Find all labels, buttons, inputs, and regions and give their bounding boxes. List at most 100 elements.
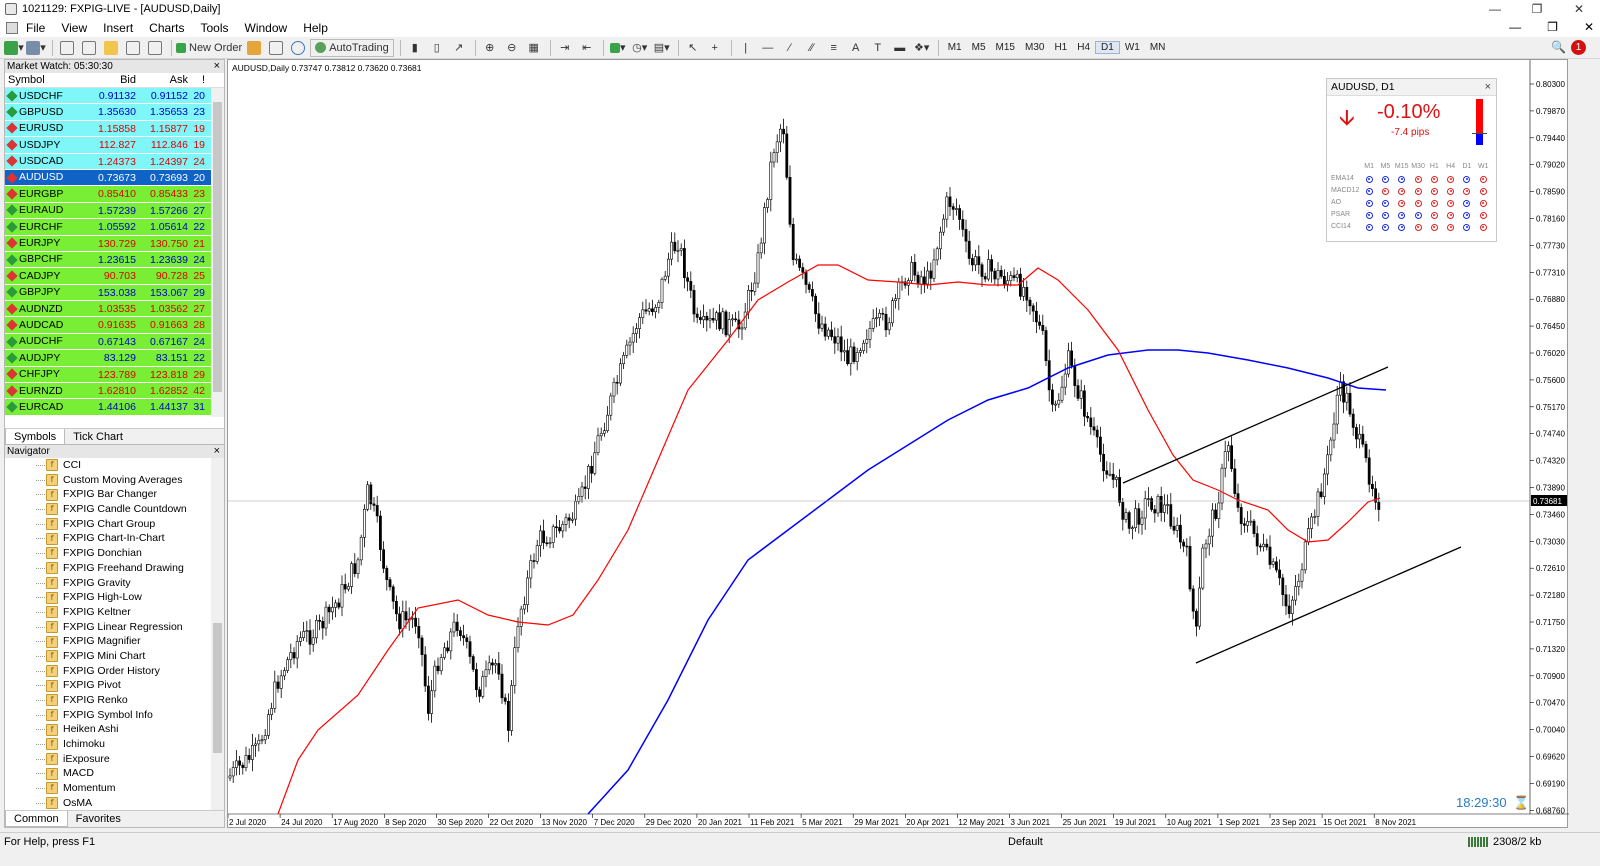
indicators-button[interactable]: ▾ [608,39,628,57]
terminal-toggle[interactable] [123,39,143,57]
close-button[interactable]: ✕ [1558,0,1600,18]
navigator-item[interactable]: f FXPIG Renko [5,693,224,708]
tf-d1[interactable]: D1 [1095,41,1120,54]
table-row[interactable]: CADJPY 90.703 90.728 25 [5,268,224,285]
menu-tools[interactable]: Tools [193,21,237,35]
channel-tool[interactable]: ∕∕ [802,39,822,57]
horizontal-line-tool[interactable]: — [758,39,778,57]
navigator-item[interactable]: f FXPIG Bar Changer [5,487,224,502]
navigator-toggle[interactable] [101,39,121,57]
table-row[interactable]: AUDUSD 0.73673 0.73693 20 [5,169,224,187]
menu-window[interactable]: Window [237,21,296,35]
table-row[interactable]: EURJPY 130.729 130.750 21 [5,235,224,252]
autoscroll-button[interactable]: ⇥ [555,39,575,57]
tile-windows-button[interactable]: ▦ [524,39,544,57]
zoom-in-button[interactable]: ⊕ [480,39,500,57]
col-bid[interactable]: Bid [91,73,136,87]
restore-button[interactable]: ❐ [1516,0,1558,18]
col-spread[interactable]: ! [188,73,207,87]
menu-view[interactable]: View [53,21,95,35]
table-row[interactable]: USDCAD 1.24373 1.24397 24 [5,153,224,170]
tf-m15[interactable]: M15 [991,42,1020,53]
tab-favorites[interactable]: Favorites [68,811,129,827]
navigator-item[interactable]: f Ichimoku [5,737,224,752]
navigator-item[interactable]: f FXPIG Linear Regression [5,620,224,635]
status-profile[interactable]: Default [1008,833,1043,851]
label-tool[interactable]: T [868,39,888,57]
navigator-item[interactable]: f FXPIG Mini Chart [5,649,224,664]
child-restore-button[interactable]: ❐ [1547,18,1558,37]
table-row[interactable]: GBPUSD 1.35630 1.35653 23 [5,104,224,121]
tab-symbols[interactable]: Symbols [5,429,66,445]
alerts-badge[interactable]: 1 [1571,40,1586,55]
menu-charts[interactable]: Charts [141,21,192,35]
navigator-item[interactable]: f FXPIG Freehand Drawing [5,561,224,576]
table-row[interactable]: AUDCHF 0.67143 0.67167 24 [5,333,224,351]
table-row[interactable]: EURCAD 1.44106 1.44137 31 [5,399,224,416]
navigator-item[interactable]: f FXPIG Donchian [5,546,224,561]
navigator-item[interactable]: f FXPIG Symbol Info [5,708,224,723]
navigator-item[interactable]: f FXPIG Keltner [5,605,224,620]
navigator-item[interactable]: f OsMA [5,796,224,811]
navigator-scrollbar[interactable] [211,458,224,813]
navigator-item[interactable]: f FXPIG Magnifier [5,634,224,649]
autotrading-button[interactable]: AutoTrading [310,38,394,57]
channel-upper[interactable] [1122,366,1389,484]
scroll-thumb[interactable] [213,623,222,753]
tf-m1[interactable]: M1 [943,42,967,53]
table-row[interactable]: EURUSD 1.15858 1.15877 19 [5,120,224,138]
chart-window[interactable]: AUDUSD,Daily 0.73747 0.73812 0.73620 0.7… [227,59,1569,828]
table-row[interactable]: GBPCHF 1.23615 1.23639 24 [5,251,224,269]
channel-lower[interactable] [1195,546,1462,664]
trendline-tool[interactable]: ∕ [780,39,800,57]
tab-common[interactable]: Common [5,811,68,827]
market-button[interactable] [288,39,308,57]
market-watch-scrollbar[interactable] [211,88,224,417]
navigator-item[interactable]: f FXPIG Pivot [5,678,224,693]
minimize-button[interactable]: — [1474,0,1516,18]
new-chart-button[interactable]: ▾ [4,39,24,57]
table-row[interactable]: EURCHF 1.05592 1.05614 22 [5,219,224,236]
line-chart-button[interactable]: ↗ [449,39,469,57]
navigator-item[interactable]: f MACD [5,766,224,781]
table-row[interactable]: GBPJPY 153.038 153.067 29 [5,284,224,302]
fibo-tool[interactable]: ≡ [824,39,844,57]
table-row[interactable]: EURAUD 1.57239 1.57266 27 [5,202,224,220]
navigator-item[interactable]: f FXPIG Candle Countdown [5,502,224,517]
menu-insert[interactable]: Insert [95,21,141,35]
navigator-item[interactable]: f FXPIG Chart-In-Chart [5,531,224,546]
new-order-button[interactable]: New Order [176,39,242,57]
zoom-out-button[interactable]: ⊖ [502,39,522,57]
table-row[interactable]: USDJPY 112.827 112.846 19 [5,137,224,154]
crosshair-tool[interactable]: + [705,39,725,57]
document-icon[interactable] [6,21,18,34]
navigator-item[interactable]: f FXPIG Gravity [5,576,224,591]
signals-button[interactable] [266,39,286,57]
navigator-item[interactable]: f CCI [5,458,224,473]
col-symbol[interactable]: Symbol [5,73,91,87]
navigator-item[interactable]: f FXPIG Order History [5,664,224,679]
chart-shift-button[interactable]: ⇤ [577,39,597,57]
symbol-info-panel[interactable]: AUDUSD, D1 × 🡫 -0.10% -7.4 pips M1 M5 M15 M… [1326,78,1497,242]
close-icon[interactable]: × [214,60,220,73]
menu-file[interactable]: File [18,21,53,35]
tf-m30[interactable]: M30 [1020,42,1049,53]
periods-button[interactable]: ◷ ▾ [630,39,650,57]
tab-tick-chart[interactable]: Tick Chart [65,429,131,445]
cursor-tool[interactable]: ↖ [683,39,703,57]
rectangle-tool[interactable]: ▬ [890,39,910,57]
tf-h1[interactable]: H1 [1049,42,1072,53]
tf-m5[interactable]: M5 [967,42,991,53]
metaeditor-button[interactable] [244,39,264,57]
col-ask[interactable]: Ask [136,73,188,87]
table-row[interactable]: AUDCAD 0.91635 0.91663 28 [5,317,224,334]
navigator-item[interactable]: f FXPIG High-Low [5,590,224,605]
tf-w1[interactable]: W1 [1120,42,1145,53]
menu-help[interactable]: Help [295,21,336,35]
navigator-item[interactable]: f FXPIG Chart Group [5,517,224,532]
child-minimize-button[interactable]: — [1509,18,1521,37]
table-row[interactable]: EURGBP 0.85410 0.85433 23 [5,186,224,203]
templates-button[interactable]: ▤ ▾ [652,39,672,57]
search-icon[interactable]: 🔍 [1551,40,1566,54]
table-row[interactable]: AUDJPY 83.129 83.151 22 [5,350,224,367]
